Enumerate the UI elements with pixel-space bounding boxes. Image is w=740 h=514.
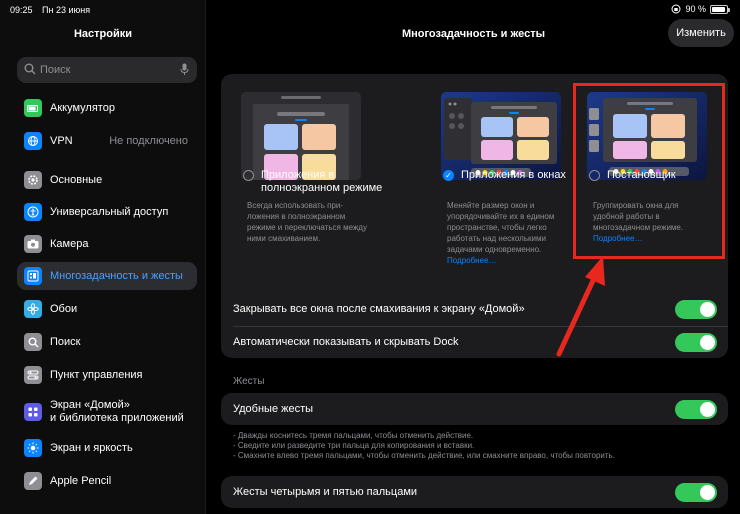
checkmark-icon[interactable]: ✓ [443,170,454,181]
sidebar-item-vpn[interactable]: VPN Не подключено [17,127,197,155]
radio-button[interactable] [243,170,254,181]
close-windows-row: Закрывать все окна после смахивания к эк… [221,293,728,325]
wallpaper-icon [24,300,42,318]
sidebar-item-label: Многозадачность и жесты [50,269,183,282]
control-center-icon [24,366,42,384]
gestures-footer: - Дважды коснитесь тремя пальцами, чтобы… [233,431,615,461]
mode-fullscreen-option[interactable]: Приложения в полноэкранном режиме [243,169,413,195]
multitasking-icon [24,267,42,285]
auto-dock-label: Автоматически показывать и скрывать Dock [233,336,459,348]
four-five-finger-row: Жесты четырьмя и пятью пальцами [221,476,728,508]
sidebar-item-label: VPN [50,134,73,147]
windowed-preview-illustration [441,92,561,180]
windowed-preview[interactable] [441,92,561,180]
sidebar-item-display[interactable]: Экран и яркость [17,434,197,462]
sidebar-item-label: Основные [50,173,103,186]
four-five-finger-card: Жесты четырьмя и пятью пальцами [221,476,728,508]
vpn-status: Не подключено [109,135,188,147]
four-five-finger-toggle[interactable] [675,483,717,502]
vpn-icon [24,132,42,150]
sidebar-item-label: Камера [50,237,89,250]
edit-button[interactable]: Изменить [668,19,734,47]
sidebar-item-label: Обои [50,302,78,315]
sidebar-item-home-screen[interactable]: Экран «Домой» и библиотека приложений [17,394,197,430]
search-icon [24,63,36,75]
sidebar-item-label: Универсальный доступ [50,205,169,218]
brightness-icon [24,439,42,457]
camera-icon [24,235,42,253]
status-time: 09:25 [10,5,33,15]
fullscreen-preview[interactable] [241,92,361,180]
battery-icon [710,4,730,14]
accessibility-icon [24,203,42,221]
gestures-section-header: Жесты [233,376,265,387]
sidebar-item-battery[interactable]: Аккумулятор [17,94,197,122]
gear-icon [24,171,42,189]
sidebar-item-label: Аккумулятор [50,101,115,114]
status-date: Пн 23 июня [42,5,91,15]
red-arrow-annotation [556,256,605,357]
sidebar-title: Настройки [73,28,133,40]
convenient-gestures-toggle[interactable] [675,400,717,419]
gesture-note: - Смахните влево тремя пальцами, чтобы о… [233,451,615,460]
learn-more-link[interactable]: Подробнее… [447,256,497,265]
convenient-gestures-label: Удобные жесты [233,403,314,415]
microphone-icon[interactable] [180,63,189,76]
sidebar-item-apple-pencil[interactable]: Apple Pencil [17,467,197,495]
mode-windowed-label: Приложения в окнах [461,169,566,181]
home-screen-icon [24,403,42,421]
sidebar-item-label: Apple Pencil [50,474,112,487]
page-title: Многозадачность и жесты [401,28,546,40]
auto-dock-toggle[interactable] [675,333,717,352]
fullscreen-preview-illustration [241,92,361,180]
sidebar-item-general[interactable]: Основные [17,166,197,194]
pencil-icon [24,472,42,490]
sidebar-item-label: Экран и яркость [50,441,133,454]
auto-dock-row: Автоматически показывать и скрывать Dock [221,326,728,358]
sidebar-item-label: Экран «Домой» и библиотека приложений [50,399,184,424]
gesture-note: - Сведите или разведите три пальца для к… [233,441,475,450]
sidebar-item-search[interactable]: Поиск [17,328,197,356]
gesture-note: - Дважды коснитесь тремя пальцами, чтобы… [233,431,474,440]
sidebar-item-label: Поиск [50,335,81,348]
close-windows-toggle[interactable] [675,300,717,319]
sidebar-item-control-center[interactable]: Пункт управления [17,361,197,389]
status-bar: 09:25 Пн 23 июня 90 % [0,0,740,20]
mode-fullscreen-label: Приложения в полноэкранном режиме [261,169,383,194]
search-icon [24,333,42,351]
orientation-lock-icon [671,4,681,14]
search-field[interactable]: Поиск [17,57,197,83]
battery-icon [24,99,42,117]
battery-percent: 90 % [685,4,706,14]
sidebar-item-multitasking[interactable]: Многозадачность и жесты [17,262,197,290]
search-placeholder: Поиск [40,64,71,76]
multitasking-panel: Многозадачность и жесты Изменить Приложе… [207,0,740,514]
convenient-gestures-row: Удобные жесты [221,393,728,425]
sidebar-item-wallpaper[interactable]: Обои [17,295,197,323]
sidebar-item-camera[interactable]: Камера [17,230,197,258]
four-five-finger-label: Жесты четырьмя и пятью пальцами [233,486,418,498]
settings-sidebar: Настройки Поиск Аккумулятор VPN Не подкл… [0,0,206,514]
status-right: 90 % [671,4,730,14]
close-windows-label: Закрывать все окна после смахивания к эк… [233,303,525,315]
sidebar-item-label: Пункт управления [50,368,143,381]
mode-fullscreen-description: Всегда использовать при-ложения в полноэ… [247,201,367,243]
gestures-card: Удобные жесты [221,393,728,425]
stage-manager-highlight-box [573,83,725,259]
sidebar-item-accessibility[interactable]: Универсальный доступ [17,198,197,226]
